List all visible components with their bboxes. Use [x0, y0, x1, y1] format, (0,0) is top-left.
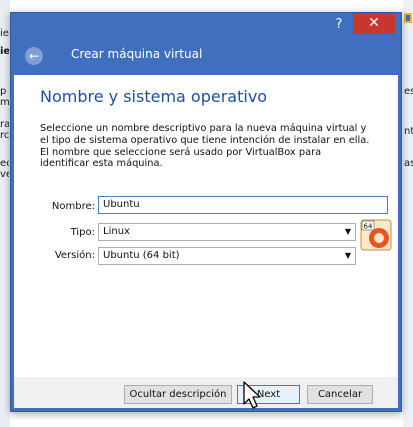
type-select-value: Linux [103, 226, 130, 237]
background-text-fragment: m [0, 97, 9, 108]
background-text-fragment: ra [0, 119, 9, 130]
help-button[interactable]: ? [327, 15, 351, 35]
background-text-fragment: p [0, 86, 7, 97]
background-text-fragment: ie [0, 28, 9, 39]
type-select[interactable]: Linux ▼ [98, 223, 356, 241]
background-text-fragment: rc [0, 130, 9, 141]
name-label: Nombre: [51, 201, 95, 212]
description-text: Seleccione un nombre descriptivo para la… [40, 123, 370, 170]
version-select[interactable]: Ubuntu (64 bit) ▼ [98, 247, 356, 265]
dropdown-arrow-icon: ▼ [344, 227, 351, 236]
mouse-pointer-icon [243, 381, 261, 409]
arrow-left-icon: ← [28, 49, 40, 63]
wizard-content: Nombre y sistema operativo Seleccione un… [14, 75, 398, 377]
create-vm-dialog: ? ✕ ← Crear máquina virtual Nombre y sis… [10, 12, 402, 412]
cancel-button[interactable]: Cancelar [307, 385, 373, 404]
background-text-fragment: ve [0, 169, 9, 180]
version-label: Versión: [54, 250, 95, 261]
os-icon-badge: 64 [364, 223, 373, 231]
app-icon [404, 13, 412, 23]
close-button[interactable]: ✕ [353, 13, 395, 34]
background-left-strip [0, 0, 10, 427]
title-bar[interactable]: ? ✕ [11, 13, 401, 37]
back-button[interactable]: ← [25, 47, 43, 65]
dropdown-arrow-icon: ▼ [344, 251, 351, 260]
background-text-fragment: ie [0, 46, 9, 57]
background-text-fragment: nt [404, 126, 413, 137]
page-title: Nombre y sistema operativo [40, 87, 268, 106]
type-label: Tipo: [70, 227, 95, 238]
name-input[interactable]: Ubuntu [98, 196, 388, 214]
dialog-footer: Ocultar descripción Next Cancelar [14, 377, 398, 408]
background-text-fragment: as [404, 158, 413, 169]
hide-description-button[interactable]: Ocultar descripción [124, 385, 232, 404]
wizard-header: ← Crear máquina virtual [11, 37, 401, 75]
close-icon: ✕ [368, 15, 380, 31]
background-text-fragment: ec [0, 158, 9, 169]
wizard-title: Crear máquina virtual [71, 47, 203, 61]
version-select-value: Ubuntu (64 bit) [103, 250, 180, 261]
background-text-fragment: es [404, 86, 413, 97]
background-right-strip [403, 0, 413, 427]
ubuntu-64-icon: 64 [360, 219, 392, 251]
